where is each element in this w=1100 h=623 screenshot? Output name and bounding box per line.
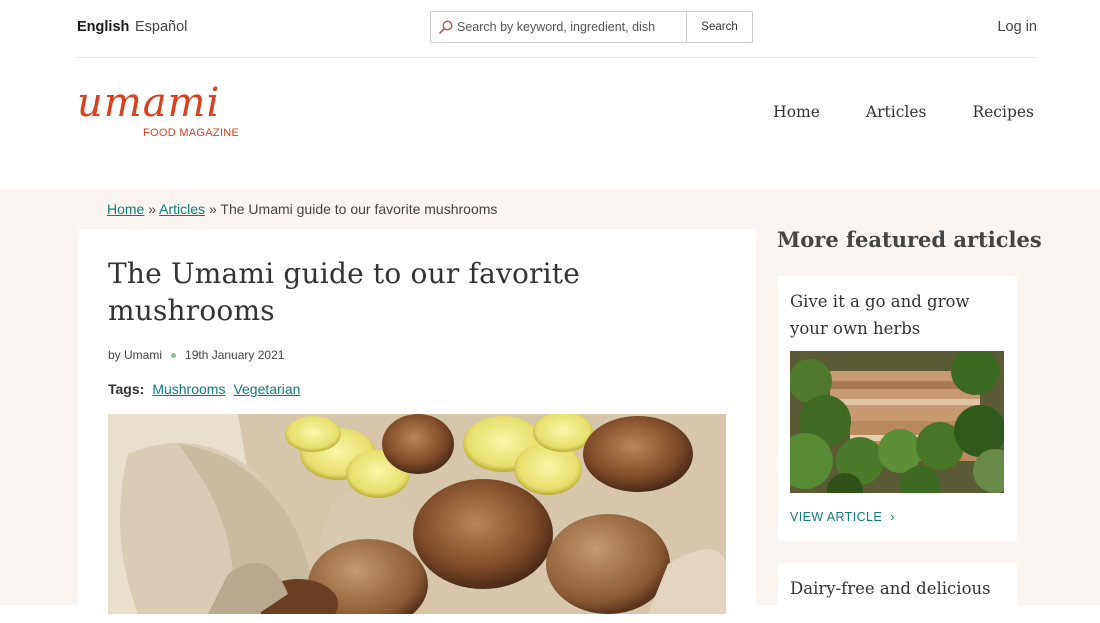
nav-home[interactable]: Home <box>773 103 820 121</box>
search-input[interactable] <box>457 13 685 41</box>
breadcrumb-current: The Umami guide to our favorite mushroom… <box>220 201 498 217</box>
tags-label: Tags: <box>108 381 145 397</box>
featured-card-image-herbs[interactable] <box>790 351 1004 493</box>
article-date: 19th January 2021 <box>185 348 285 362</box>
language-english[interactable]: English <box>77 19 129 35</box>
breadcrumb-separator: » <box>148 201 157 217</box>
utility-bar: English Español Search Log in <box>77 0 1037 58</box>
article-tags: Tags: Mushrooms Vegetarian <box>108 381 300 397</box>
nav-articles[interactable]: Articles <box>866 103 927 121</box>
logo-tagline: FOOD MAGAZINE <box>143 127 240 139</box>
featured-card-title[interactable]: Give it a go and grow your own herbs <box>790 288 1000 342</box>
hero-image-mushrooms <box>108 414 726 614</box>
breadcrumb-home[interactable]: Home <box>107 201 144 217</box>
sidebar-heading: More featured articles <box>777 227 1042 252</box>
search-icon <box>439 20 453 34</box>
mushrooms-illustration <box>108 414 726 614</box>
breadcrumb: Home » Articles » The Umami guide to our… <box>107 201 497 217</box>
login-link[interactable]: Log in <box>997 19 1037 35</box>
breadcrumb-articles[interactable]: Articles <box>159 201 205 217</box>
article-author: by Umami <box>108 348 163 362</box>
search-button[interactable]: Search <box>686 11 753 43</box>
tag-vegetarian[interactable]: Vegetarian <box>233 381 300 397</box>
meta-dot-icon <box>171 352 177 358</box>
logo-wordmark: umami <box>77 80 221 126</box>
view-article-label: VIEW ARTICLE <box>790 509 883 524</box>
site-logo[interactable]: umami FOOD MAGAZINE <box>77 80 247 146</box>
featured-card[interactable]: Dairy-free and delicious <box>778 563 1017 623</box>
chevron-right-icon: › <box>890 509 895 524</box>
nav-recipes[interactable]: Recipes <box>972 103 1034 121</box>
article-title: The Umami guide to our favorite mushroom… <box>108 257 581 327</box>
view-article-link[interactable]: VIEW ARTICLE › <box>790 509 895 524</box>
language-espanol[interactable]: Español <box>135 19 187 35</box>
tag-mushrooms[interactable]: Mushrooms <box>152 381 225 397</box>
breadcrumb-separator: » <box>208 201 217 217</box>
article-card: The Umami guide to our favorite mushroom… <box>78 229 756 619</box>
search-box: Search <box>430 11 753 43</box>
article-meta: by Umami 19th January 2021 <box>108 348 284 362</box>
main-nav: Home Articles Recipes <box>773 103 1034 121</box>
featured-card-title[interactable]: Dairy-free and delicious <box>790 575 1000 602</box>
featured-card[interactable]: Give it a go and grow your own herbs VIE… <box>778 276 1017 541</box>
herbs-illustration <box>790 351 1004 493</box>
